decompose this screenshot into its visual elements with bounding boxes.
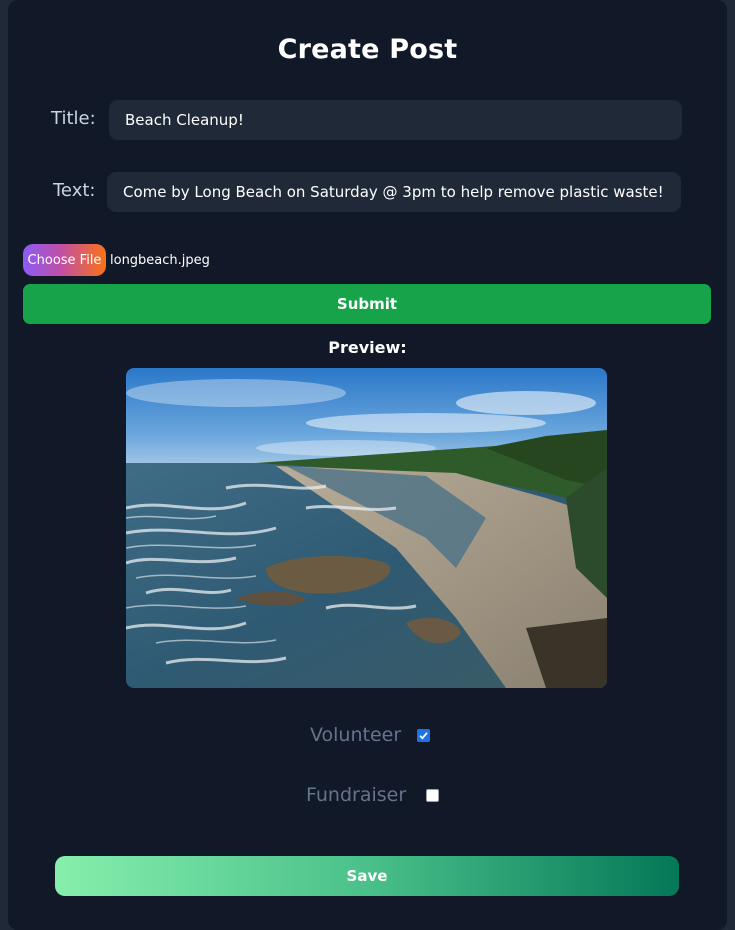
- volunteer-checkbox[interactable]: [417, 728, 431, 742]
- fundraiser-label: Fundraiser: [306, 784, 407, 806]
- checkmark-icon: [419, 731, 428, 740]
- volunteer-option: Volunteer: [310, 724, 431, 746]
- choose-file-button[interactable]: Choose File: [23, 244, 106, 276]
- fundraiser-option: Fundraiser: [306, 784, 440, 806]
- volunteer-label: Volunteer: [310, 724, 402, 746]
- text-label: Text:: [53, 180, 96, 201]
- title-input[interactable]: [109, 100, 682, 140]
- text-input[interactable]: [107, 172, 681, 212]
- file-name: longbeach.jpeg: [110, 252, 210, 268]
- preview-image: [126, 368, 607, 688]
- submit-button[interactable]: Submit: [23, 284, 711, 324]
- save-button[interactable]: Save: [55, 856, 679, 896]
- page-title: Create Post: [277, 34, 458, 65]
- preview-label: Preview:: [328, 338, 407, 357]
- title-label: Title:: [51, 108, 96, 129]
- fundraiser-checkbox[interactable]: [426, 788, 440, 802]
- file-picker: Choose File longbeach.jpeg: [23, 244, 210, 276]
